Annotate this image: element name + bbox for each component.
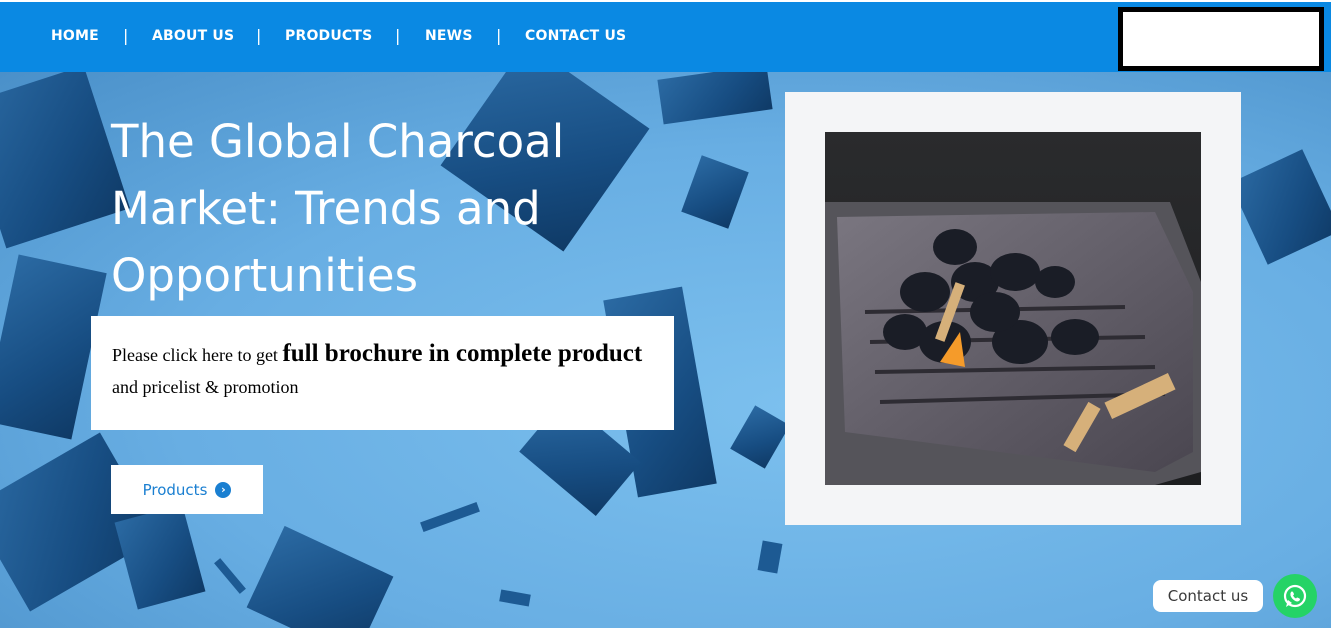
brochure-promo-box[interactable]: Please click here to get full brochure i…: [91, 316, 674, 430]
charcoal-shard: [757, 540, 783, 574]
page-title: The Global Charcoal Market: Trends and O…: [111, 115, 565, 302]
charcoal-chunk: [730, 405, 790, 469]
nav-news[interactable]: NEWS: [425, 28, 473, 44]
promo-text-bold: full brochure in complete product: [282, 340, 643, 367]
products-button[interactable]: Products ›: [111, 465, 263, 514]
chevron-right-circle-icon: ›: [215, 481, 232, 498]
nav-separator: |: [395, 26, 401, 45]
image-frame: [785, 92, 1241, 525]
charcoal-chunk: [681, 155, 749, 229]
nav-separator: |: [496, 26, 502, 45]
charcoal-chunk: [657, 72, 773, 125]
charcoal-shard: [420, 502, 480, 532]
hero-section: The Global Charcoal Market: Trends and O…: [0, 72, 1331, 628]
charcoal-grill-photo: [825, 132, 1201, 485]
nav-contact-us[interactable]: CONTACT US: [525, 28, 626, 44]
promo-text-part2: and pricelist & promotion: [112, 377, 299, 397]
nav-home[interactable]: HOME: [51, 28, 99, 44]
contact-us-label[interactable]: Contact us: [1153, 580, 1263, 612]
whatsapp-icon[interactable]: [1273, 574, 1317, 618]
products-button-label: Products: [142, 480, 208, 499]
nav-products[interactable]: PRODUCTS: [285, 28, 372, 44]
nav-separator: |: [123, 26, 129, 45]
brochure-promo-text[interactable]: Please click here to get full brochure i…: [112, 338, 657, 403]
charcoal-chunk: [1229, 149, 1331, 265]
promo-text-part1: Please click here to get: [112, 345, 283, 365]
main-navigation: HOME | ABOUT US | PRODUCTS | NEWS | CONT…: [0, 2, 1331, 72]
charcoal-chunk: [114, 504, 206, 610]
logo-placeholder[interactable]: [1118, 7, 1324, 71]
charcoal-shard: [499, 589, 531, 607]
nav-about-us[interactable]: ABOUT US: [152, 28, 234, 44]
charcoal-shard: [214, 558, 246, 594]
whatsapp-glyph: [1283, 584, 1307, 608]
charcoal-chunk: [246, 525, 394, 628]
nav-separator: |: [256, 26, 262, 45]
